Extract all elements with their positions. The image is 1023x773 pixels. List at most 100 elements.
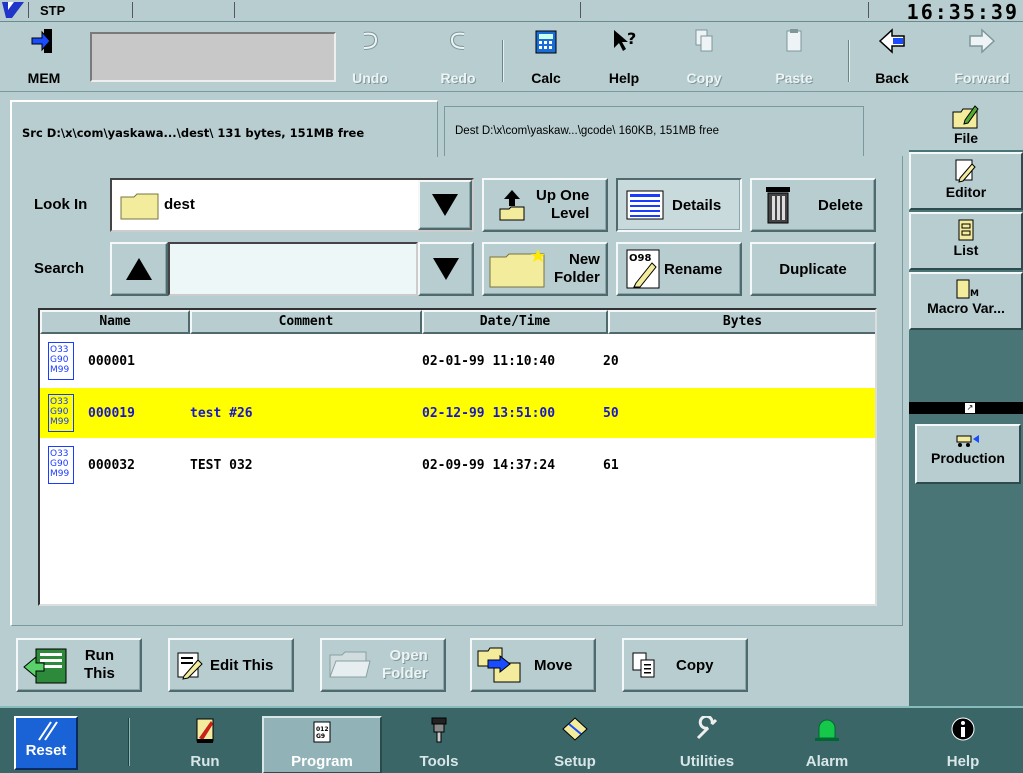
nav-run[interactable]: Run [146, 714, 264, 772]
trash-can-icon [766, 187, 790, 224]
nav-tools-label: Tools [419, 753, 459, 770]
search-down-button[interactable] [418, 242, 474, 296]
column-header-datetime[interactable]: Date/Time [422, 310, 608, 334]
production-cart-icon [956, 435, 979, 447]
file-bytes: 50 [603, 406, 619, 421]
nav-setup-label: Setup [554, 753, 596, 770]
duplicate-label: Duplicate [779, 260, 847, 278]
table-row[interactable]: O33 G90 M99 000019 test #26 02-12-99 13:51… [40, 388, 875, 438]
copy-file-button[interactable]: Copy [622, 638, 748, 692]
mem-arrow-icon [31, 29, 52, 53]
paste-icon [786, 29, 802, 52]
delete-label: Delete [818, 196, 864, 214]
forward-button[interactable]: Forward [944, 22, 1020, 90]
details-list-icon [626, 190, 664, 220]
svg-text:?: ? [627, 29, 636, 48]
nav-help[interactable]: Help [904, 714, 1022, 772]
paste-button[interactable]: Paste [764, 22, 824, 90]
setup-icon [562, 717, 588, 741]
help-pointer-icon: ? [614, 29, 636, 51]
redo-icon [449, 31, 465, 50]
run-icon [196, 718, 214, 743]
macro-scroll-icon: M [956, 279, 979, 299]
file-datetime: 02-09-99 14:37:24 [422, 458, 556, 473]
nav-tools[interactable]: Tools [380, 714, 498, 772]
mem-mode-button[interactable]: MEM [14, 22, 74, 90]
nav-program[interactable]: 012 G9 Program [262, 716, 382, 773]
search-up-button[interactable] [110, 242, 168, 296]
search-input[interactable] [168, 242, 418, 296]
nav-divider [128, 718, 130, 766]
column-header-name[interactable]: Name [40, 310, 190, 334]
side-file-label: File [953, 130, 979, 146]
undo-button[interactable]: Undo [340, 22, 400, 90]
new-folder-button[interactable]: New Folder [482, 242, 608, 296]
edit-this-button[interactable]: Edit This [168, 638, 294, 692]
copy-button[interactable]: Copy [674, 22, 734, 90]
up-one-level-line2: Level [550, 205, 590, 222]
delete-button[interactable]: Delete [750, 178, 876, 232]
search-label: Search [34, 260, 85, 277]
help-label: Help [608, 70, 640, 86]
alarm-light-icon [815, 719, 839, 741]
svg-text:M: M [970, 289, 979, 299]
copy-label: Copy [686, 70, 722, 86]
expand-icon[interactable]: ↗ [965, 403, 975, 413]
nav-alarm-label: Alarm [805, 753, 849, 770]
run-this-button[interactable]: Run This [16, 638, 142, 692]
redo-button[interactable]: Redo [428, 22, 488, 90]
open-folder-button[interactable]: Open Folder [320, 638, 446, 692]
run-this-line1: Run [84, 647, 114, 664]
reset-slash-icon [38, 721, 58, 741]
move-button[interactable]: Move [470, 638, 596, 692]
clock-display: 16:35:39 [906, 0, 1019, 24]
back-button[interactable]: Back [862, 22, 922, 90]
copy-file-label: Copy [676, 656, 714, 674]
reset-button[interactable]: Reset [14, 716, 78, 770]
nav-utilities[interactable]: Utilities [648, 714, 766, 772]
tool-holder-icon [431, 717, 447, 743]
calc-button[interactable]: Calc [516, 22, 576, 90]
up-one-level-button[interactable]: Up One Level [482, 178, 608, 232]
column-header-bytes[interactable]: Bytes [608, 310, 875, 334]
column-header-comment[interactable]: Comment [190, 310, 422, 334]
undo-icon [363, 31, 379, 50]
side-tab-production[interactable]: Production [915, 424, 1021, 484]
triangle-down-icon [433, 258, 459, 280]
paste-label: Paste [775, 70, 813, 86]
table-row[interactable]: O33 G90 M99 000032 TEST 032 02-09-99 14:37… [40, 440, 875, 490]
svg-text:012: 012 [316, 726, 329, 733]
nav-utilities-label: Utilities [679, 753, 735, 770]
side-tab-macro-var[interactable]: M Macro Var... [909, 272, 1023, 330]
program-icon: 012 G9 [313, 721, 331, 743]
calculator-icon [535, 30, 557, 54]
look-in-value: dest [164, 196, 195, 213]
source-path-label: Src D:\x\com\yaskawa...\dest\ 131 bytes,… [22, 126, 365, 140]
rename-button[interactable]: O98 Rename [616, 242, 742, 296]
redo-label: Redo [440, 70, 476, 86]
details-view-button[interactable]: Details [616, 178, 742, 232]
help-button[interactable]: ? Help [594, 22, 654, 90]
table-row[interactable]: O33 G90 M99 000001 02-01-99 11:10:40 20 [40, 336, 875, 386]
side-production-label: Production [931, 450, 1005, 466]
forward-arrow-icon [969, 28, 996, 54]
svg-text:G9: G9 [316, 733, 325, 740]
tab-destination[interactable]: Dest D:\x\com\yaskaw...\gcode\ 160KB, 15… [444, 106, 864, 157]
side-tab-editor[interactable]: Editor [909, 152, 1023, 210]
nc-program-file-icon: O33 G90 M99 [48, 394, 74, 432]
forward-label: Forward [954, 70, 1010, 86]
side-tab-file[interactable]: File [909, 104, 1023, 150]
mem-label: MEM [27, 70, 61, 86]
nav-setup[interactable]: Setup [516, 714, 634, 772]
side-progress-bar: ↗ [909, 402, 1023, 414]
side-tab-list[interactable]: List [909, 212, 1023, 270]
look-in-dropdown-button[interactable] [418, 180, 472, 230]
duplicate-button[interactable]: Duplicate [750, 242, 876, 296]
file-datetime: 02-12-99 13:51:00 [422, 406, 556, 421]
file-table: Name Comment Date/Time Bytes O33 G90 M99 0… [38, 308, 877, 606]
info-icon [951, 717, 975, 741]
tab-source[interactable]: Src D:\x\com\yaskawa...\dest\ 131 bytes,… [10, 100, 438, 157]
rename-pencil-icon: O98 [626, 249, 660, 289]
nav-alarm[interactable]: Alarm [768, 714, 886, 772]
destination-path-label: Dest D:\x\com\yaskaw...\gcode\ 160KB, 15… [455, 125, 719, 137]
